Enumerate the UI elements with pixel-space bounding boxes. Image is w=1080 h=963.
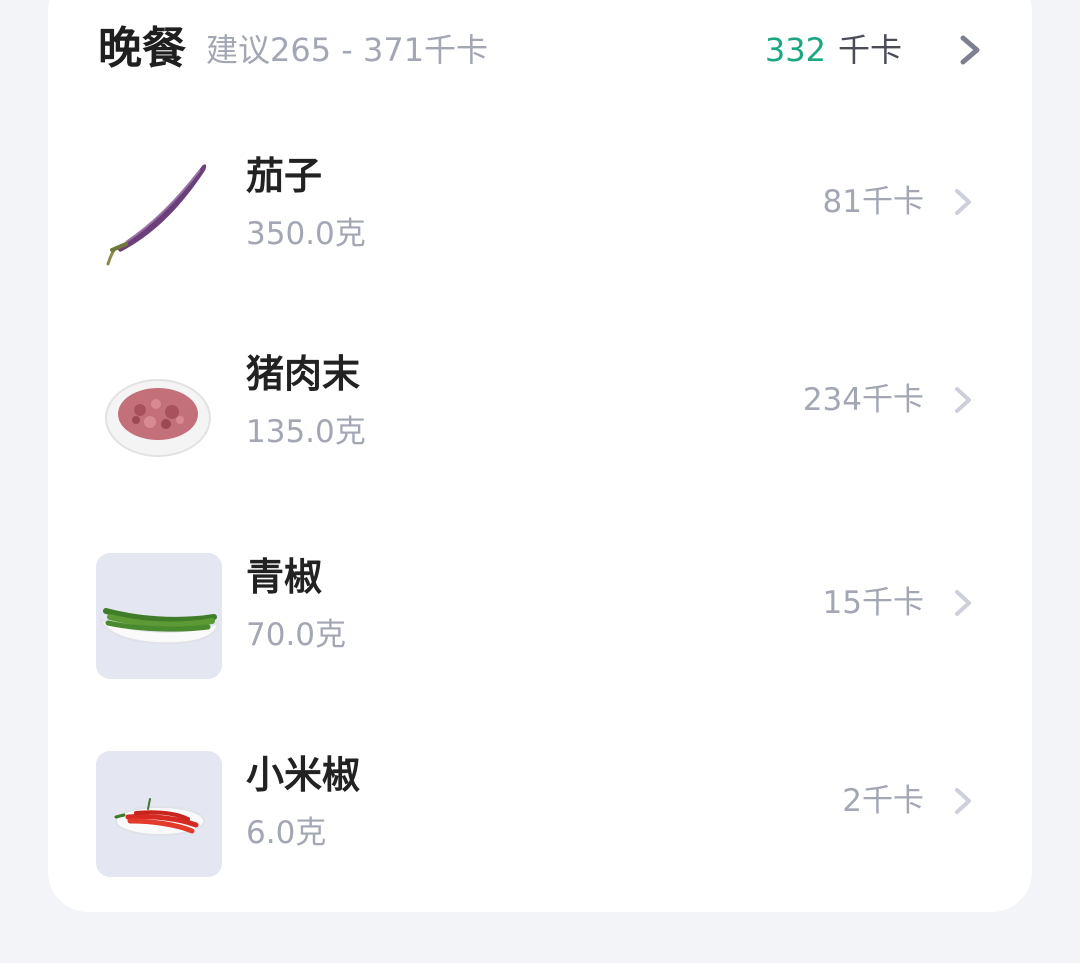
food-calories: 2千卡 [842,783,924,819]
chevron-right-icon[interactable] [952,184,974,220]
chevron-right-icon[interactable] [952,585,974,621]
meal-total-unit: 千卡 [837,31,902,69]
food-name: 小米椒 [246,753,361,797]
food-name: 茄子 [246,154,323,198]
food-item-red-chili[interactable]: 小米椒 6.0克 2千卡 [96,751,986,879]
food-calories: 15千卡 [822,585,924,621]
minced-pork-image [96,350,222,476]
meal-total-calories: 332 千卡 [765,30,902,70]
food-item-green-pepper[interactable]: 青椒 70.0克 15千卡 [96,553,986,681]
eggplant-image [96,152,222,278]
green-pepper-image [96,553,222,679]
food-calories: 81千卡 [822,184,924,220]
meal-header[interactable]: 晚餐 建议265 - 371千卡 332 千卡 [48,0,1032,96]
food-calories: 234千卡 [802,382,924,418]
food-weight: 135.0克 [246,414,366,450]
chevron-right-icon[interactable] [952,783,974,819]
food-weight: 70.0克 [246,617,347,653]
food-weight: 350.0克 [246,216,366,252]
chevron-right-icon[interactable] [956,30,984,70]
food-weight: 6.0克 [246,815,327,851]
dinner-card: 晚餐 建议265 - 371千卡 332 千卡 茄子 350.0克 81千卡 猪… [48,0,1032,912]
food-name: 青椒 [246,555,323,599]
meal-title: 晚餐 [98,23,186,74]
meal-total-value: 332 [764,31,826,69]
food-item-eggplant[interactable]: 茄子 350.0克 81千卡 [96,152,986,280]
food-item-minced-pork[interactable]: 猪肉末 135.0克 234千卡 [96,350,986,478]
chevron-right-icon[interactable] [952,382,974,418]
food-name: 猪肉末 [246,352,361,396]
meal-suggestion: 建议265 - 371千卡 [206,31,489,69]
red-chili-image [96,751,222,877]
